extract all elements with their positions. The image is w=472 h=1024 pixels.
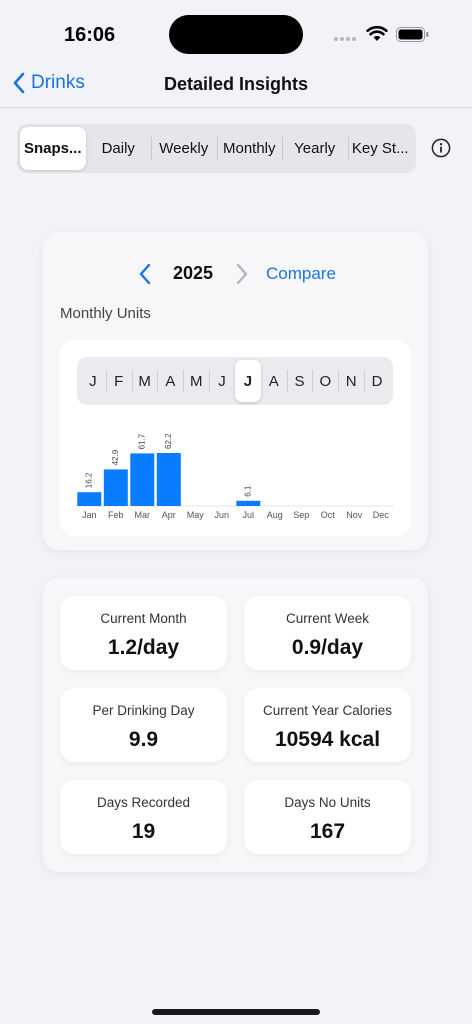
stat-label: Current Month	[100, 611, 187, 626]
month-picker-item[interactable]: O	[312, 360, 338, 402]
x-tick-label: Sep	[293, 510, 309, 520]
bar-apr	[156, 453, 181, 506]
x-tick-label: Jan	[82, 510, 97, 520]
stat-label: Days No Units	[284, 795, 371, 810]
x-tick-label: Dec	[373, 510, 390, 520]
x-tick-label: Feb	[108, 510, 124, 520]
stat-value: 9.9	[128, 728, 159, 751]
page-title: Detailed Insights	[163, 74, 309, 94]
bar-value-label: 61.7	[137, 433, 146, 449]
tab-daily[interactable]: Daily	[86, 127, 152, 170]
tab-key-stats[interactable]: Key St...	[347, 127, 414, 170]
x-tick-label: Jun	[215, 510, 230, 520]
home-indicator[interactable]	[152, 1009, 320, 1015]
month-picker: JFMAMJJASOND	[77, 357, 393, 405]
month-picker-item[interactable]: J	[209, 360, 235, 402]
tab-snapshot[interactable]: Snaps...	[20, 127, 86, 170]
x-tick-label: Apr	[162, 510, 176, 520]
month-picker-item[interactable]: A	[157, 360, 183, 402]
month-picker-item[interactable]: J	[234, 360, 261, 402]
x-tick-label: Jul	[243, 510, 255, 520]
x-tick-label: Nov	[346, 510, 363, 520]
bar-feb	[103, 469, 128, 506]
stat-label: Current Year Calories	[262, 703, 393, 718]
monthly-units-card: 2025 Compare Monthly Units JFMAMJJASOND …	[43, 232, 428, 550]
month-picker-item[interactable]: M	[131, 360, 158, 402]
year-selector: 2025 Compare	[43, 262, 428, 286]
month-picker-item[interactable]: A	[261, 360, 287, 402]
month-picker-item[interactable]: J	[80, 360, 106, 402]
stat-current-month: Current Month 1.2/day	[60, 596, 227, 670]
dynamic-island	[169, 15, 303, 54]
wifi-icon	[366, 25, 388, 41]
info-icon[interactable]	[431, 138, 451, 158]
month-picker-item[interactable]: S	[286, 360, 313, 402]
chart-subtitle: Monthly Units	[60, 305, 151, 322]
tab-monthly[interactable]: Monthly	[216, 127, 283, 170]
stat-current-week: Current Week 0.9/day	[244, 596, 411, 670]
bar-jan	[77, 492, 102, 506]
chevron-left-icon[interactable]	[138, 262, 152, 286]
battery-icon	[396, 27, 429, 42]
month-picker-item[interactable]: F	[105, 360, 132, 402]
tab-weekly[interactable]: Weekly	[151, 127, 217, 170]
stat-days-recorded: Days Recorded 19	[60, 780, 227, 854]
stat-value: 19	[131, 820, 156, 843]
month-picker-item[interactable]: M	[183, 360, 209, 402]
stats-card: Current Month 1.2/day Current Week 0.9/d…	[43, 578, 428, 872]
stat-per-drinking-day: Per Drinking Day 9.9	[60, 688, 227, 762]
bar-value-label: 6.1	[243, 485, 252, 497]
stat-label: Current Week	[285, 611, 370, 626]
chevron-right-icon[interactable]	[235, 262, 249, 286]
stat-label: Per Drinking Day	[92, 703, 195, 718]
navigation-bar: Drinks Detailed Insights	[0, 60, 472, 108]
stat-label: Days Recorded	[96, 795, 191, 810]
month-picker-item[interactable]: N	[338, 360, 364, 402]
x-tick-label: Mar	[135, 510, 151, 520]
bar-value-label: 62.2	[164, 433, 173, 449]
stat-value: 10594 kcal	[274, 728, 381, 751]
chart-container: JFMAMJJASOND 16.2 Jan 42.9 Feb 61.7 Mar 62.2 Ap…	[60, 340, 411, 536]
year-label: 2025	[173, 263, 214, 283]
month-picker-item[interactable]: D	[364, 360, 390, 402]
x-tick-label: May	[187, 510, 205, 520]
stat-value: 0.9/day	[291, 636, 364, 659]
bar-value-label: 16.2	[84, 472, 93, 488]
x-tick-label: Oct	[321, 510, 336, 520]
bar-mar	[130, 453, 155, 506]
stat-current-year-calories: Current Year Calories 10594 kcal	[244, 688, 411, 762]
bar-jul	[236, 500, 261, 506]
status-bar: 16:06	[0, 0, 472, 60]
monthly-units-bar-chart: 16.2 Jan 42.9 Feb 61.7 Mar 62.2 Apr May Jun 6.1 Jul…	[76, 433, 394, 520]
compare-button[interactable]: Compare	[266, 264, 336, 284]
stat-days-no-units: Days No Units 167	[244, 780, 411, 854]
cellular-signal-icon	[334, 37, 356, 41]
stat-value: 167	[309, 820, 346, 843]
status-time: 16:06	[64, 24, 116, 46]
bar-value-label: 42.9	[111, 449, 120, 465]
tab-yearly[interactable]: Yearly	[282, 127, 348, 170]
stat-value: 1.2/day	[107, 636, 180, 659]
x-tick-label: Aug	[267, 510, 283, 520]
insight-tabs: Snaps... Daily Weekly Monthly Yearly Key…	[17, 124, 416, 173]
